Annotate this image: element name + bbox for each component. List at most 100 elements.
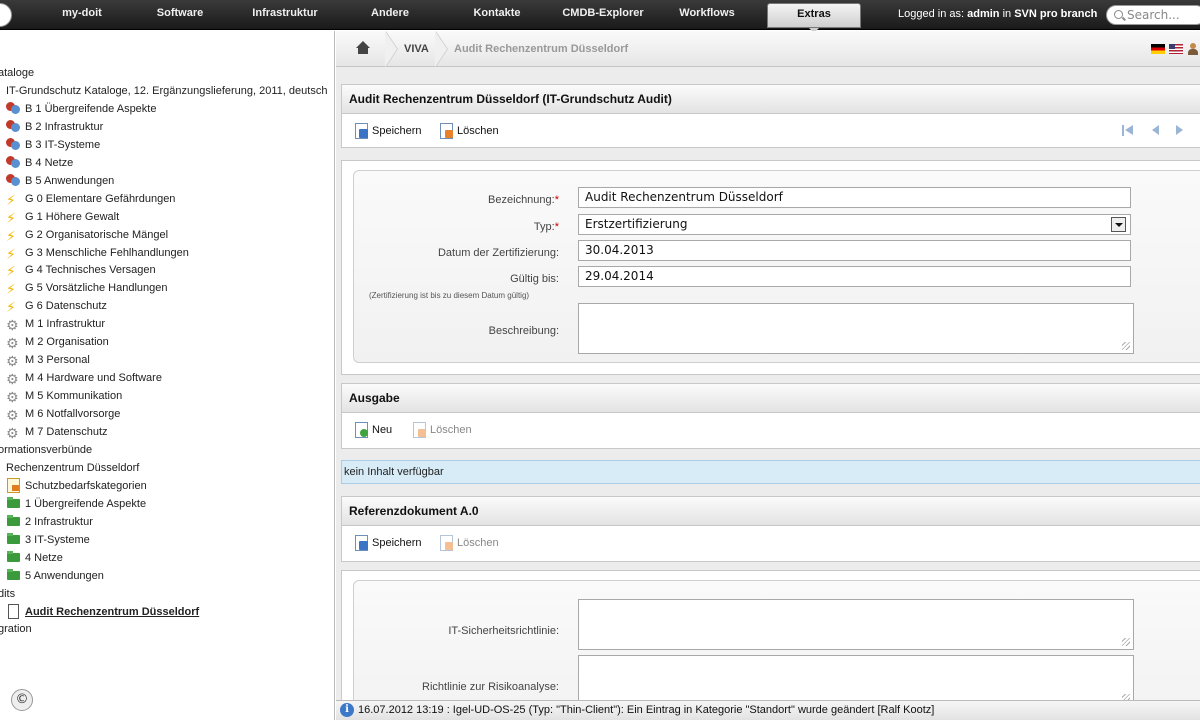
new-label: Neu — [372, 424, 393, 436]
tree-item-label: G 6 Datenschutz — [25, 300, 107, 313]
logo-icon[interactable] — [0, 3, 12, 27]
tree-item-label: Schutzbedarfskategorien — [25, 479, 147, 492]
tree-item[interactable]: ⚙ M 3 Personal — [6, 351, 90, 369]
gueltig-label: Gültig bis: — [510, 273, 559, 285]
tree-item[interactable]: gration — [0, 620, 32, 638]
tree-item[interactable]: ⚙ M 2 Organisation — [6, 333, 109, 351]
save-label: Speichern — [372, 537, 422, 549]
nav-software[interactable]: Software — [146, 0, 214, 30]
info-icon: i — [340, 703, 354, 717]
baustein-icon — [6, 173, 21, 187]
status-bar: i 16.07.2012 13:19 : Igel-UD-OS-25 (Typ:… — [336, 700, 1200, 720]
german-flag-icon[interactable] — [1151, 44, 1165, 54]
english-flag-icon[interactable] — [1169, 44, 1183, 54]
datum-field[interactable]: 30.04.2013 — [578, 240, 1131, 261]
nav-extras[interactable]: Extras — [767, 3, 861, 33]
beschreibung-label: Beschreibung: — [488, 325, 559, 337]
resize-grip-icon[interactable] — [1122, 342, 1130, 350]
tree-item[interactable]: ⚡ G 2 Organisatorische Mängel — [6, 226, 168, 244]
ausgabe-delete-button[interactable]: Löschen — [412, 422, 472, 438]
user-icon[interactable] — [1188, 43, 1198, 55]
copyright-icon[interactable]: © — [11, 689, 33, 711]
main-content: VIVA Audit Rechenzentrum Düsseldorf Audi… — [336, 31, 1200, 701]
gear-icon: ⚙ — [6, 336, 19, 353]
tree-item[interactable]: Schutzbedarfskategorien — [6, 477, 147, 495]
tree-item[interactable]: B 5 Anwendungen — [6, 172, 114, 190]
tree-item[interactable]: ormationsverbünde — [0, 441, 92, 459]
document-icon — [6, 603, 21, 619]
audit-save-button[interactable]: Speichern — [354, 123, 422, 139]
previous-record-icon[interactable] — [1150, 124, 1162, 138]
gear-icon: ⚙ — [6, 408, 19, 425]
new-icon — [354, 422, 368, 438]
tree-item[interactable]: dits — [0, 585, 15, 603]
lightning-icon: ⚡ — [6, 210, 16, 227]
delete-label: Löschen — [430, 424, 472, 436]
nav-workflows[interactable]: Workflows — [676, 0, 738, 30]
lightning-icon: ⚡ — [6, 246, 16, 263]
audit-toolbar: Speichern Löschen — [341, 114, 1200, 148]
datum-label: Datum der Zertifizierung: — [437, 247, 559, 259]
nav-cmdb-explorer[interactable]: CMDB-Explorer — [560, 0, 646, 30]
tree-item-label: 2 Infrastruktur — [25, 515, 93, 528]
tree-item[interactable]: Rechenzentrum Düsseldorf — [6, 459, 139, 477]
ausgabe-new-button[interactable]: Neu — [354, 422, 392, 438]
tree-item[interactable]: 4 Netze — [6, 549, 63, 567]
tree-item-label: M 5 Kommunikation — [25, 390, 123, 403]
delete-icon — [439, 123, 453, 139]
tree-item[interactable]: ⚙ M 1 Infrastruktur — [6, 315, 105, 333]
tree-item-label: G 2 Organisatorische Mängel — [25, 228, 169, 241]
tree-item-label: IT-Grundschutz Kataloge, 12. Ergänzungsl… — [6, 84, 328, 97]
tree-item-label: M 7 Datenschutz — [25, 426, 108, 438]
tree-item[interactable]: 3 IT-Systeme — [6, 531, 90, 549]
tree-item[interactable]: Audit Rechenzentrum Düsseldorf — [6, 603, 199, 621]
tree-item[interactable]: IT-Grundschutz Kataloge, 12. Ergänzungsl… — [6, 82, 327, 100]
tree-item[interactable]: 5 Anwendungen — [6, 567, 104, 585]
tree-item[interactable]: ⚙ M 5 Kommunikation — [6, 387, 122, 405]
tree-item-label: B 4 Netze — [25, 156, 74, 169]
referenz-toolbar: Speichern Löschen — [341, 526, 1200, 562]
referenz-section-header: Referenzdokument A.0 — [341, 496, 1200, 526]
home-icon[interactable] — [356, 41, 370, 54]
login-user: admin — [967, 8, 1000, 20]
tree-item[interactable]: ⚡ G 6 Datenschutz — [6, 297, 107, 315]
tree-item[interactable]: 1 Übergreifende Aspekte — [6, 495, 146, 513]
nav-infrastruktur[interactable]: Infrastruktur — [248, 0, 322, 30]
tree-item-label: B 3 IT-Systeme — [25, 138, 101, 151]
tree-item[interactable]: ⚡ G 3 Menschliche Fehlhandlungen — [6, 244, 189, 262]
tree-item[interactable]: ⚙ M 7 Datenschutz — [6, 423, 108, 441]
nav-kontakte[interactable]: Kontakte — [468, 0, 526, 30]
nav-andere[interactable]: Andere — [365, 0, 415, 30]
tree-item[interactable]: ⚡ G 1 Höhere Gewalt — [6, 208, 119, 226]
typ-select[interactable]: Erstzertifizierung — [578, 214, 1131, 235]
dropdown-arrow-icon[interactable] — [1111, 217, 1126, 232]
richtlinie-label: IT-Sicherheitsrichtlinie: — [448, 625, 559, 637]
first-record-icon[interactable] — [1122, 124, 1134, 138]
risiko-textarea[interactable] — [578, 655, 1134, 701]
gueltig-field[interactable]: 29.04.2014 — [578, 266, 1131, 287]
richtlinie-textarea[interactable] — [578, 599, 1134, 650]
tree-item[interactable]: B 3 IT-Systeme — [6, 136, 100, 154]
resize-grip-icon[interactable] — [1122, 638, 1130, 646]
breadcrumb-root[interactable]: VIVA — [404, 31, 429, 67]
search-input[interactable]: Search... — [1106, 5, 1200, 25]
baustein-icon — [6, 119, 21, 133]
tree-item[interactable]: ⚡ G 4 Technisches Versagen — [6, 261, 156, 279]
typ-label: Typ:* — [533, 221, 559, 233]
audit-delete-button[interactable]: Löschen — [439, 123, 499, 139]
referenz-save-button[interactable]: Speichern — [354, 535, 422, 551]
next-record-icon[interactable] — [1174, 124, 1186, 138]
tree-item[interactable]: B 2 Infrastruktur — [6, 118, 103, 136]
nav-my-doit[interactable]: my-doit — [52, 0, 112, 30]
tree-item[interactable]: ⚙ M 6 Notfallvorsorge — [6, 405, 120, 423]
beschreibung-textarea[interactable] — [578, 303, 1134, 354]
tree-item[interactable]: 2 Infrastruktur — [6, 513, 93, 531]
tree-item[interactable]: B 1 Übergreifende Aspekte — [6, 100, 156, 118]
tree-item[interactable]: ⚡ G 5 Vorsätzliche Handlungen — [6, 279, 167, 297]
tree-item[interactable]: ⚙ M 4 Hardware und Software — [6, 369, 162, 387]
tree-item[interactable]: ⚡ G 0 Elementare Gefährdungen — [6, 190, 175, 208]
referenz-delete-button[interactable]: Löschen — [439, 535, 499, 551]
tree-item[interactable]: ataloge — [0, 64, 34, 82]
tree-item[interactable]: B 4 Netze — [6, 154, 73, 172]
bezeichnung-field[interactable]: Audit Rechenzentrum Düsseldorf — [578, 187, 1131, 208]
